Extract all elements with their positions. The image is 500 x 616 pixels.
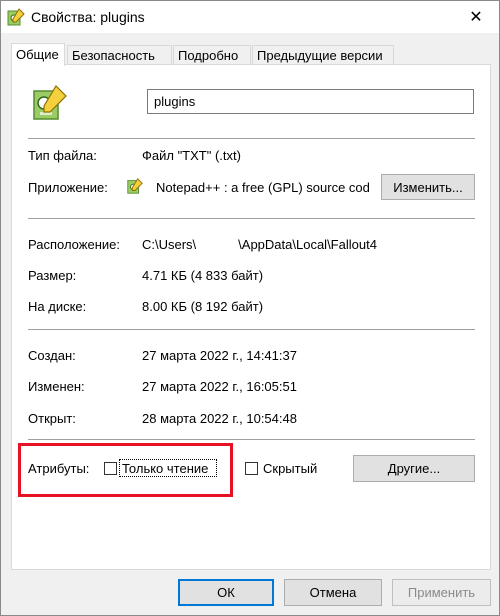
disk-size-value: 8.00 КБ (8 192 байт) xyxy=(142,299,264,314)
dialog-buttons: ОК Отмена Применить xyxy=(1,579,500,609)
other-attributes-button[interactable]: Другие... xyxy=(353,455,475,482)
hidden-label[interactable]: Скрытый xyxy=(263,461,317,476)
change-app-button[interactable]: Изменить... xyxy=(381,174,475,200)
divider xyxy=(28,218,475,219)
notepad-plus-plus-icon xyxy=(127,178,143,194)
attributes-label: Атрибуты: xyxy=(28,461,90,476)
window-title: Свойства: plugins xyxy=(31,9,145,25)
modified-label: Изменен: xyxy=(28,379,85,394)
opened-value: 28 марта 2022 г., 10:54:48 xyxy=(142,411,297,426)
opened-label: Открыт: xyxy=(28,411,76,426)
disk-size-label: На диске: xyxy=(28,299,87,314)
divider xyxy=(28,138,475,139)
readonly-label[interactable]: Только чтение xyxy=(122,461,208,476)
created-value: 27 марта 2022 г., 14:41:37 xyxy=(142,348,297,363)
cancel-button[interactable]: Отмена xyxy=(284,579,382,606)
location-label: Расположение: xyxy=(28,237,120,252)
app-label: Приложение: xyxy=(28,180,108,195)
properties-window: Свойства: plugins ✕ Общие Безопасность П… xyxy=(0,0,500,616)
divider xyxy=(28,329,475,330)
title-bar: Свойства: plugins ✕ xyxy=(1,1,499,33)
divider xyxy=(28,439,475,440)
file-type-value: Файл "TXT" (.txt) xyxy=(142,148,241,163)
tab-details[interactable]: Подробно xyxy=(173,45,251,65)
readonly-checkbox[interactable] xyxy=(104,462,117,475)
file-name-input[interactable] xyxy=(147,89,474,114)
close-button[interactable]: ✕ xyxy=(453,1,499,33)
ok-button[interactable]: ОК xyxy=(178,579,274,606)
file-type-label: Тип файла: xyxy=(28,148,97,163)
file-type-icon xyxy=(33,85,67,120)
tab-security[interactable]: Безопасность xyxy=(67,45,172,65)
close-icon: ✕ xyxy=(469,9,483,26)
created-label: Создан: xyxy=(28,348,76,363)
apply-button[interactable]: Применить xyxy=(392,579,491,606)
size-value: 4.71 КБ (4 833 байт) xyxy=(142,268,264,283)
notepad-plus-plus-icon xyxy=(7,8,25,26)
general-panel: Тип файла: Файл "TXT" (.txt) Приложение:… xyxy=(11,64,491,570)
location-value: C:\Users\ \AppData\Local\Fallout4 xyxy=(142,237,377,252)
hidden-checkbox[interactable] xyxy=(245,462,258,475)
tab-general[interactable]: Общие xyxy=(11,43,65,66)
modified-value: 27 марта 2022 г., 16:05:51 xyxy=(142,379,297,394)
app-value: Notepad++ : a free (GPL) source cod xyxy=(156,180,370,195)
tab-previous-versions[interactable]: Предыдущие версии xyxy=(252,45,394,65)
size-label: Размер: xyxy=(28,268,77,283)
